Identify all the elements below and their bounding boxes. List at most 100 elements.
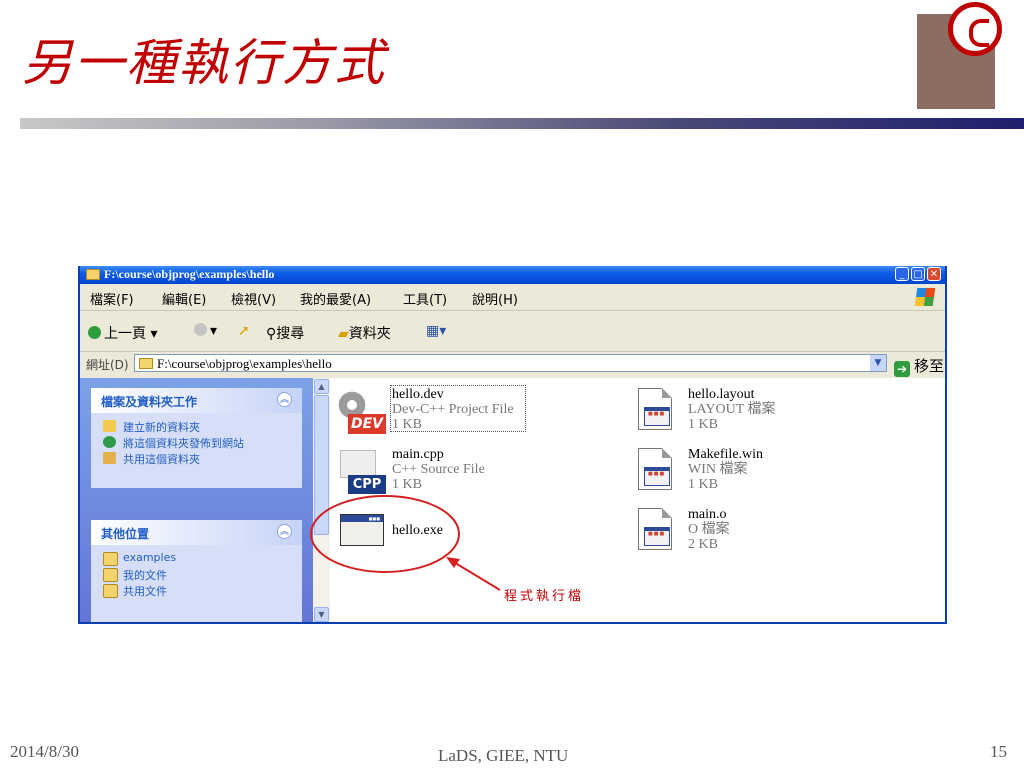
shared-folder-icon (103, 452, 116, 464)
forward-button[interactable]: ▾ (194, 323, 217, 339)
place-shared-documents[interactable]: 共用文件 (91, 583, 302, 599)
file-list: DEV hello.dev Dev-C++ Project File 1 KB … (330, 378, 945, 622)
explorer-window: F:\course\objprog\examples\hello _ □ ✕ 檔… (78, 266, 947, 624)
cpp-source-icon: CPP (336, 446, 386, 494)
file-tasks-title: 檔案及資料夾工作 (101, 395, 198, 409)
page-number: 15 (990, 742, 1007, 761)
folders-label: 資料夾 (348, 326, 391, 342)
task-pane: 檔案及資料夾工作 ︽ 建立新的資料夾 將這個資料夾發佈到網站 共用這個資料夾 其… (80, 378, 313, 622)
folders-button[interactable]: ▰資料夾 (338, 323, 391, 343)
file-name: Makefile.win (688, 447, 764, 462)
annotation-label: 程式執行檔 (504, 589, 585, 604)
address-input[interactable]: F:\course\objprog\examples\hello ▼ (134, 354, 887, 372)
logo-icon (948, 2, 1002, 56)
address-value: F:\course\objprog\examples\hello (157, 356, 332, 371)
file-type: WIN 檔案 (688, 462, 748, 477)
folder-icon (86, 269, 100, 280)
new-folder-icon (103, 420, 116, 432)
executable-icon (336, 506, 384, 554)
search-button[interactable]: ⚲搜尋 (266, 323, 304, 343)
back-arrow-icon (88, 326, 101, 339)
go-button[interactable]: ➔ 移至 (894, 355, 944, 377)
file-type: LAYOUT 檔案 (688, 402, 776, 417)
file-makefile-win[interactable]: Makefile.win WIN 檔案 1 KB (632, 446, 892, 502)
slide-title: 另一種執行方式 (22, 34, 386, 92)
scroll-thumb[interactable] (314, 395, 329, 535)
task-label: 將這個資料夾發佈到網站 (123, 437, 244, 450)
place-label: 共用文件 (123, 585, 167, 598)
scroll-up-icon[interactable]: ▲ (314, 379, 329, 394)
collapse-icon[interactable]: ︽ (277, 524, 292, 539)
file-hello-exe[interactable]: hello.exe (336, 506, 596, 562)
file-name: hello.exe (392, 523, 443, 538)
address-dropdown-icon[interactable]: ▼ (870, 355, 886, 371)
generic-file-icon (632, 506, 680, 554)
scroll-down-icon[interactable]: ▼ (314, 607, 329, 622)
place-my-documents[interactable]: 我的文件 (91, 567, 302, 583)
search-label: 搜尋 (276, 326, 305, 342)
file-name: hello.layout (688, 387, 755, 402)
dev-project-icon: DEV (336, 386, 386, 434)
search-icon: ⚲ (266, 326, 277, 342)
go-arrow-icon: ➔ (894, 361, 910, 377)
file-size: 1 KB (688, 477, 718, 492)
globe-icon (103, 436, 116, 448)
task-new-folder[interactable]: 建立新的資料夾 (91, 419, 302, 435)
window-title: F:\course\objprog\examples\hello (104, 267, 275, 281)
windows-logo-icon (914, 288, 936, 306)
menu-help[interactable]: 說明(H) (472, 289, 518, 308)
title-divider (20, 118, 1024, 129)
file-name: main.cpp (392, 447, 444, 462)
forward-arrow-icon (194, 323, 207, 336)
other-places-title: 其他位置 (101, 527, 150, 541)
close-button[interactable]: ✕ (927, 267, 941, 281)
task-publish-web[interactable]: 將這個資料夾發佈到網站 (91, 435, 302, 451)
minimize-button[interactable]: _ (895, 267, 909, 281)
up-folder-button[interactable]: ➚ (238, 323, 250, 339)
shared-folder-icon (103, 584, 118, 598)
back-button[interactable]: 上一頁 ▾ (88, 323, 157, 343)
collapse-icon[interactable]: ︽ (277, 392, 292, 407)
menu-file[interactable]: 檔案(F) (90, 289, 134, 308)
task-label: 建立新的資料夾 (123, 421, 200, 434)
documents-folder-icon (103, 568, 118, 582)
file-tasks-panel: 檔案及資料夾工作 ︽ 建立新的資料夾 將這個資料夾發佈到網站 共用這個資料夾 (91, 388, 302, 488)
menu-edit[interactable]: 編輯(E) (162, 289, 206, 308)
other-places-header[interactable]: 其他位置 ︽ (91, 520, 302, 545)
vertical-scrollbar[interactable]: ▲ ▼ (313, 378, 330, 622)
file-size: 1 KB (688, 417, 718, 432)
task-label: 共用這個資料夾 (123, 453, 200, 466)
file-size: 1 KB (392, 417, 422, 432)
file-main-o[interactable]: main.o O 檔案 2 KB (632, 506, 892, 562)
footer-center: LaDS, GIEE, NTU (438, 746, 569, 765)
menu-bar: 檔案(F) 編輯(E) 檢視(V) 我的最愛(A) 工具(T) 說明(H) (80, 284, 945, 311)
menu-view[interactable]: 檢視(V) (231, 289, 276, 308)
back-label: 上一頁 (104, 326, 146, 342)
folder-icon (103, 552, 118, 566)
maximize-button[interactable]: □ (911, 267, 925, 281)
views-button[interactable]: ▦▾ (426, 323, 446, 339)
menu-tools[interactable]: 工具(T) (403, 289, 447, 308)
place-examples[interactable]: examples (91, 551, 302, 567)
place-label: examples (123, 551, 177, 564)
file-type: C++ Source File (392, 462, 485, 477)
folders-icon: ▰ (338, 326, 349, 342)
file-type: Dev-C++ Project File (392, 402, 514, 417)
task-share-folder[interactable]: 共用這個資料夾 (91, 451, 302, 467)
file-size: 1 KB (392, 477, 422, 492)
footer-date: 2014/8/30 (10, 742, 79, 761)
file-name: main.o (688, 507, 727, 522)
file-size: 2 KB (688, 537, 718, 552)
file-main-cpp[interactable]: CPP main.cpp C++ Source File 1 KB (336, 446, 596, 502)
title-bar[interactable]: F:\course\objprog\examples\hello _ □ ✕ (80, 266, 945, 284)
file-tasks-header[interactable]: 檔案及資料夾工作 ︽ (91, 388, 302, 413)
go-label: 移至 (914, 357, 945, 375)
file-hello-layout[interactable]: hello.layout LAYOUT 檔案 1 KB (632, 386, 892, 442)
file-type: O 檔案 (688, 522, 730, 537)
other-places-panel: 其他位置 ︽ examples 我的文件 共用文件 (91, 520, 302, 622)
menu-favorites[interactable]: 我的最愛(A) (300, 289, 371, 308)
address-bar: 網址(D) F:\course\objprog\examples\hello ▼… (80, 352, 945, 377)
place-label: 我的文件 (123, 569, 167, 582)
generic-file-icon (632, 446, 680, 494)
file-hello-dev[interactable]: DEV hello.dev Dev-C++ Project File 1 KB (336, 385, 596, 442)
